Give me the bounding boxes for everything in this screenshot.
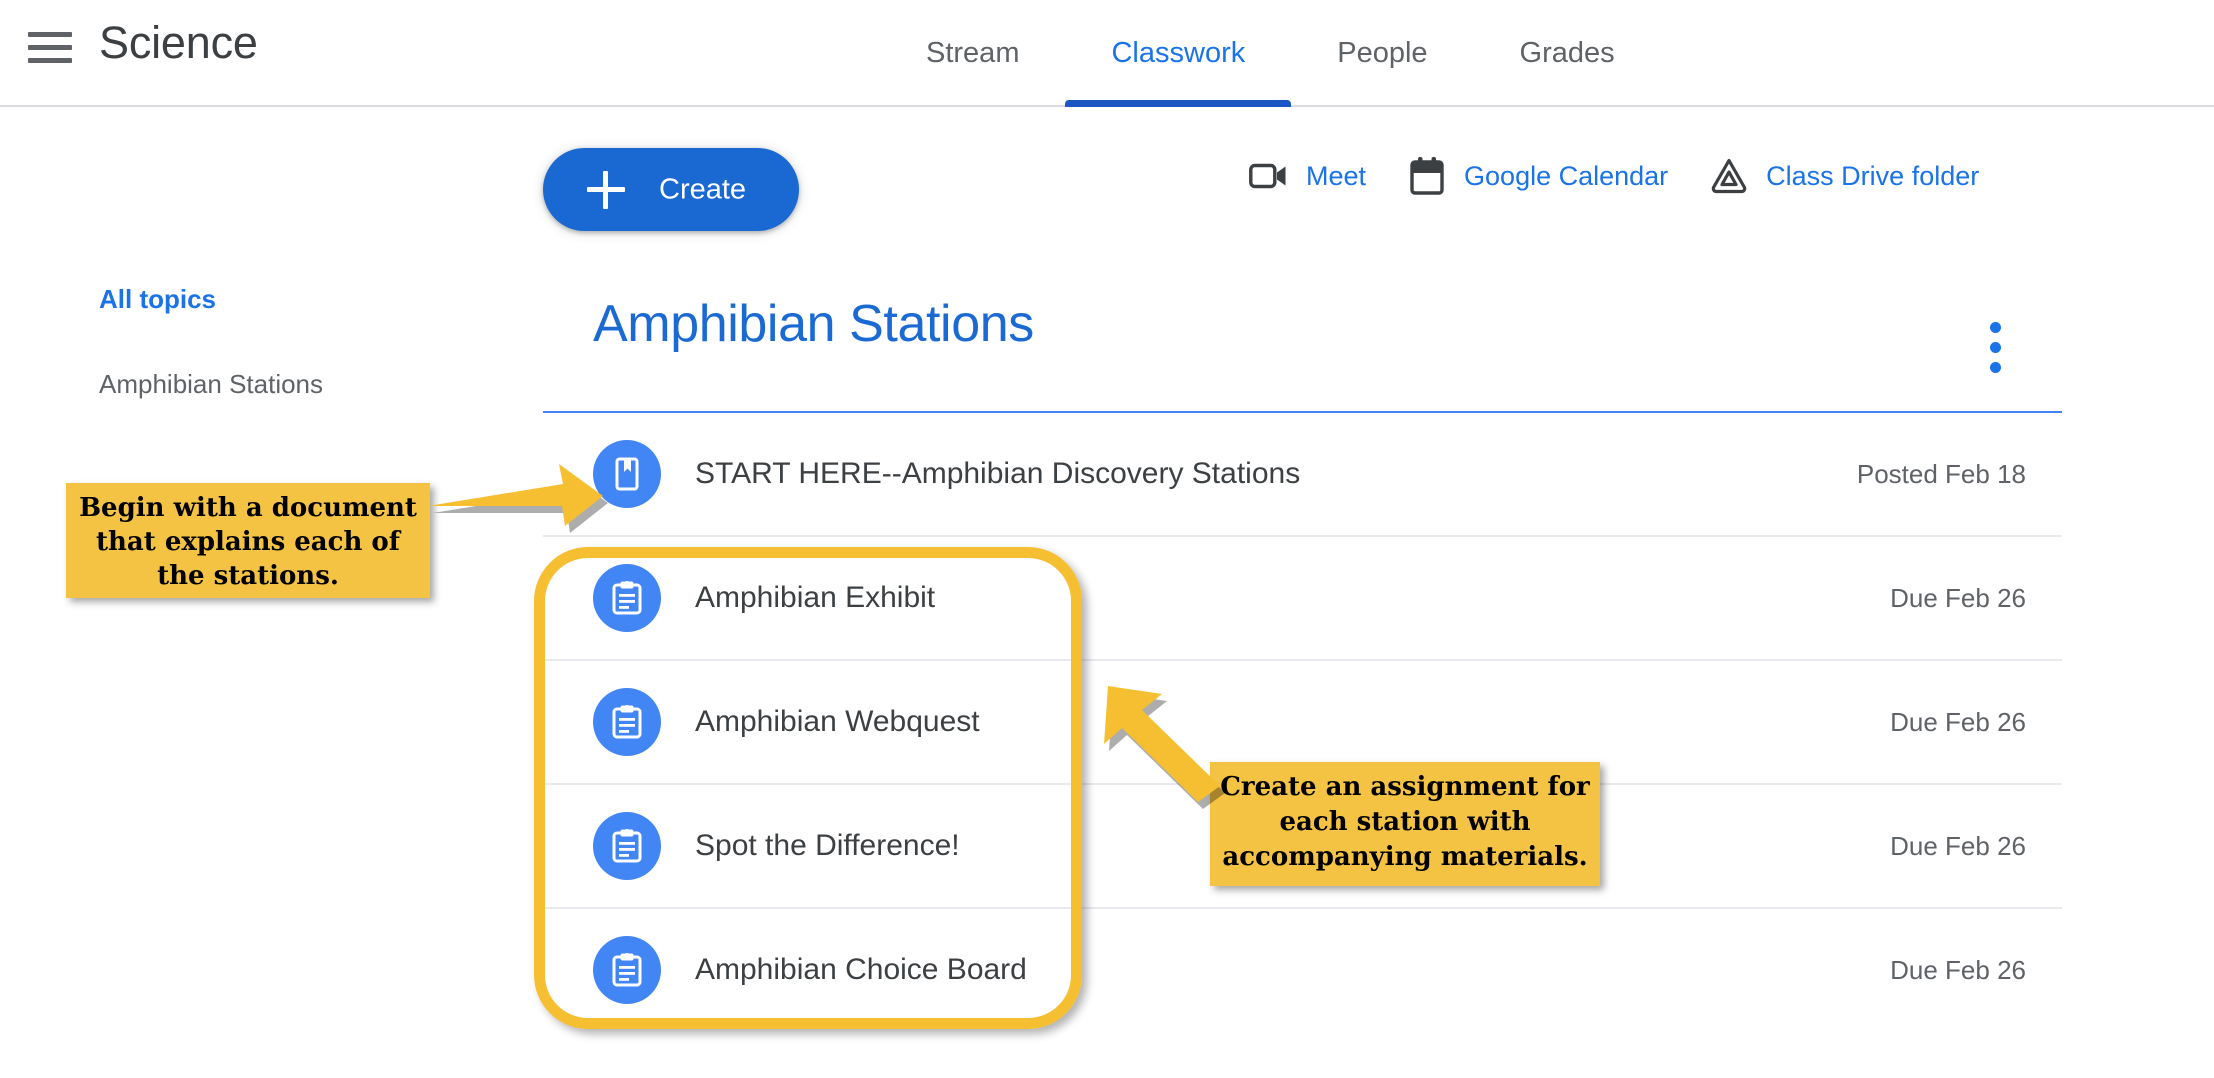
class-drive-folder-link-label: Class Drive folder: [1766, 160, 1980, 191]
calendar-icon: [1406, 155, 1448, 197]
row-title: Amphibian Webquest: [695, 705, 980, 738]
quick-links: Meet Google Calendar Class Drive folder: [1248, 155, 1979, 197]
row-title: START HERE--Amphibian Discovery Stations: [695, 457, 1301, 490]
row-date: Due Feb 26: [1890, 706, 2026, 737]
google-drive-icon: [1708, 155, 1750, 197]
row-date: Due Feb 26: [1890, 830, 2026, 861]
row-title: Amphibian Exhibit: [695, 581, 936, 614]
topic-title: Amphibian Stations: [593, 295, 1034, 353]
class-drive-folder-link[interactable]: Class Drive folder: [1708, 155, 1979, 197]
assignment-clipboard-icon: [593, 688, 661, 756]
tab-people[interactable]: People: [1291, 0, 1473, 107]
main-tabs: Stream Classwork People Grades: [880, 0, 1661, 107]
tab-grades[interactable]: Grades: [1474, 0, 1661, 107]
google-calendar-link[interactable]: Google Calendar: [1406, 155, 1668, 197]
row-title: Spot the Difference!: [695, 829, 960, 862]
assignment-clipboard-icon: [593, 812, 661, 880]
google-calendar-link-label: Google Calendar: [1464, 160, 1669, 191]
sidebar-item-all-topics[interactable]: All topics: [0, 270, 520, 329]
topic-header: Amphibian Stations: [543, 286, 2062, 413]
hamburger-menu-icon[interactable]: [28, 26, 72, 66]
table-row[interactable]: Amphibian Webquest Due Feb 26: [543, 661, 2062, 785]
topic-panel: Amphibian Stations START HERE--Amphibian…: [543, 286, 2062, 1031]
sidebar-item-amphibian-stations[interactable]: Amphibian Stations: [0, 355, 520, 414]
annotation-callout-begin-with-document: Begin with a document that explains each…: [66, 483, 430, 598]
table-row[interactable]: START HERE--Amphibian Discovery Stations…: [543, 413, 2062, 537]
table-row[interactable]: Spot the Difference! Due Feb 26: [543, 785, 2062, 909]
meet-link[interactable]: Meet: [1248, 155, 1366, 197]
row-title: Amphibian Choice Board: [695, 953, 1027, 986]
app-bar: Science Stream Classwork People Grades: [0, 0, 2214, 107]
row-date: Due Feb 26: [1890, 954, 2026, 985]
more-vert-icon[interactable]: [1976, 322, 2016, 378]
table-row[interactable]: Amphibian Choice Board Due Feb 26: [543, 909, 2062, 1031]
table-row[interactable]: Amphibian Exhibit Due Feb 26: [543, 537, 2062, 661]
create-button[interactable]: Create: [543, 148, 799, 231]
plus-icon: [587, 170, 625, 209]
row-date: Posted Feb 18: [1856, 458, 2026, 489]
material-book-icon: [593, 440, 661, 508]
topic-sidebar: All topics Amphibian Stations: [0, 270, 520, 414]
assignment-clipboard-icon: [593, 564, 661, 632]
tab-stream[interactable]: Stream: [880, 0, 1065, 107]
tab-classwork[interactable]: Classwork: [1065, 0, 1291, 107]
meet-link-label: Meet: [1306, 160, 1367, 191]
row-date: Due Feb 26: [1890, 582, 2026, 613]
create-button-label: Create: [659, 173, 747, 205]
video-camera-icon: [1248, 155, 1290, 197]
assignment-clipboard-icon: [593, 936, 661, 1004]
page-title: Science: [99, 17, 258, 68]
